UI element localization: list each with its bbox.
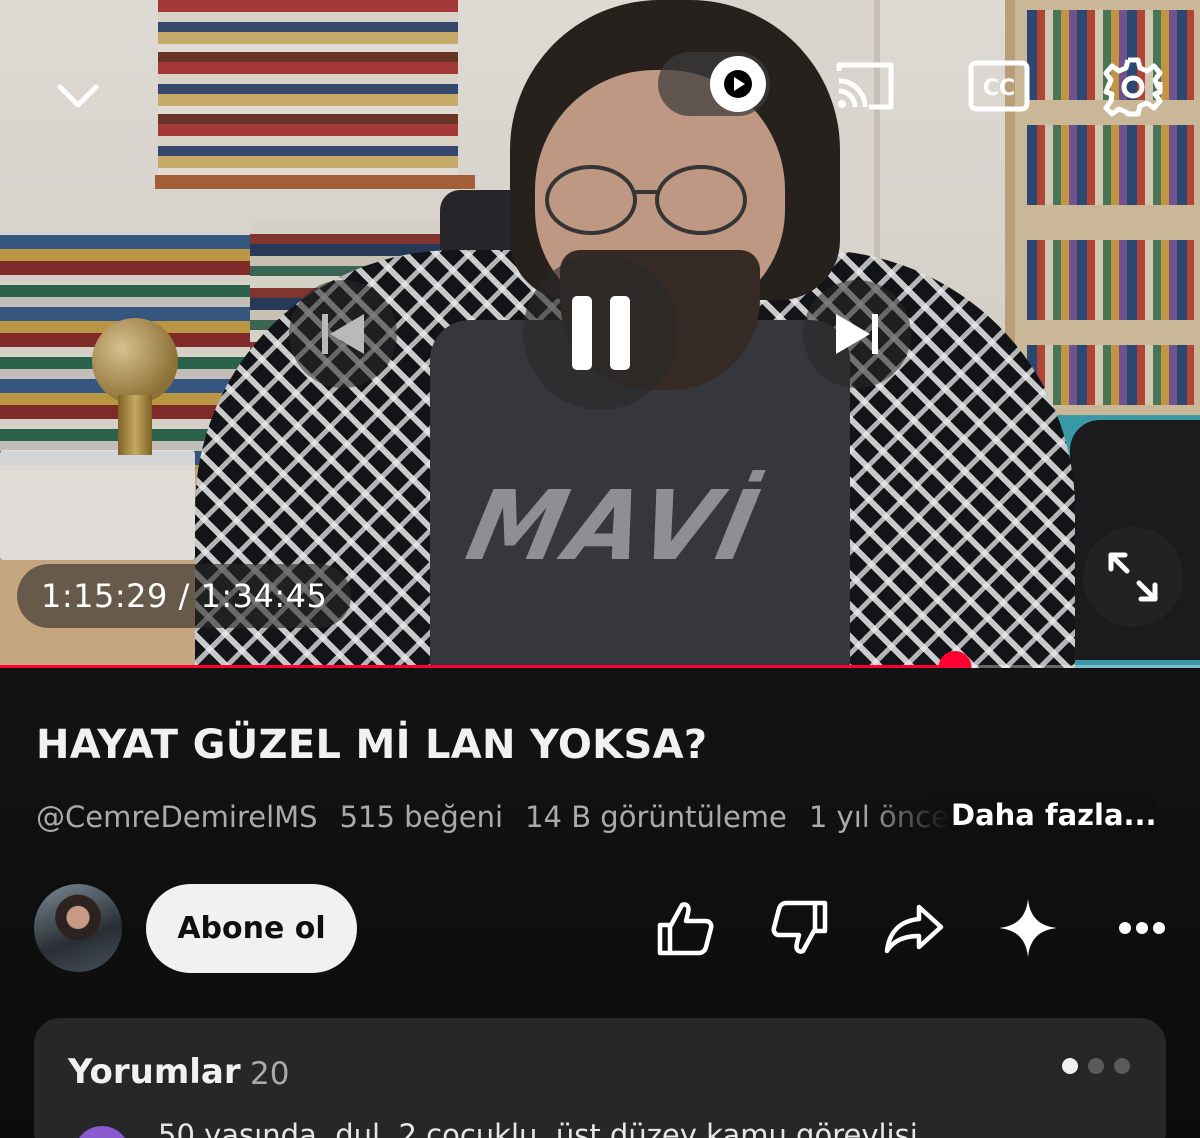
commenter-avatar: [74, 1126, 130, 1138]
share-icon: [884, 904, 944, 954]
cc-icon: CC: [968, 60, 1030, 112]
collapse-button[interactable]: [50, 68, 106, 124]
video-title[interactable]: HAYAT GÜZEL Mİ LAN YOKSA?: [36, 722, 707, 768]
captions-button[interactable]: CC: [966, 56, 1032, 116]
progress-bar[interactable]: [0, 651, 1200, 668]
video-info-panel: HAYAT GÜZEL Mİ LAN YOKSA? @CemreDemirelM…: [0, 670, 1200, 1138]
page-dot: [1114, 1058, 1130, 1074]
thumbs-down-icon: [771, 900, 828, 954]
share-button[interactable]: [882, 896, 946, 960]
chevron-down-icon: [57, 84, 99, 108]
next-button[interactable]: [803, 280, 911, 388]
settings-button[interactable]: [1100, 54, 1166, 120]
channel-avatar[interactable]: [34, 884, 122, 972]
autoplay-toggle-icon: [710, 56, 766, 112]
fullscreen-button[interactable]: [1083, 527, 1183, 627]
comments-page-indicator: [1062, 1058, 1130, 1074]
dislike-button[interactable]: [768, 896, 832, 960]
fullscreen-icon: [1108, 552, 1158, 602]
like-count: 515 beğeni: [339, 800, 504, 834]
more-actions-button[interactable]: [1110, 896, 1174, 960]
metadata-fade: [860, 798, 950, 842]
video-player[interactable]: MAVİ CC 1:15:29 / 1:34:45: [0, 0, 1200, 668]
comment-preview-text: 50 yaşında, dul, 2 çocuklu, üst düzey ka…: [158, 1118, 946, 1138]
time-separator: /: [167, 577, 201, 615]
comments-count: 20: [250, 1056, 290, 1092]
comments-title: Yorumlar: [68, 1052, 241, 1092]
comments-card[interactable]: Yorumlar 20 50 yaşında, dul, 2 çocuklu, …: [34, 1018, 1166, 1138]
skip-next-icon: [836, 314, 878, 354]
channel-handle[interactable]: @CemreDemirelMS: [36, 800, 318, 840]
sparkle-icon: [999, 899, 1057, 957]
time-display: 1:15:29 / 1:34:45: [17, 564, 352, 628]
pause-icon: [571, 295, 630, 370]
duration: 1:34:45: [200, 577, 328, 615]
skip-previous-icon: [322, 314, 364, 354]
more-horizontal-icon: [1119, 922, 1165, 934]
svg-text:CC: CC: [983, 76, 1015, 101]
subscribe-button[interactable]: Abone ol: [146, 884, 357, 973]
page-dot: [1062, 1058, 1078, 1074]
previous-button[interactable]: [289, 280, 397, 388]
progress-fill: [0, 665, 956, 668]
like-button[interactable]: [653, 896, 717, 960]
pause-button[interactable]: [523, 255, 678, 410]
cast-button[interactable]: [830, 56, 900, 116]
view-count: 14 B görüntüleme: [525, 800, 787, 834]
autoplay-toggle[interactable]: [658, 52, 770, 116]
current-time: 1:15:29: [41, 577, 168, 615]
ask-button[interactable]: [996, 896, 1060, 960]
page-dot: [1088, 1058, 1104, 1074]
thumbs-up-icon: [657, 902, 714, 956]
gear-icon: [1103, 57, 1163, 117]
more-link[interactable]: Daha fazla...: [949, 798, 1157, 832]
cast-icon: [836, 62, 894, 110]
